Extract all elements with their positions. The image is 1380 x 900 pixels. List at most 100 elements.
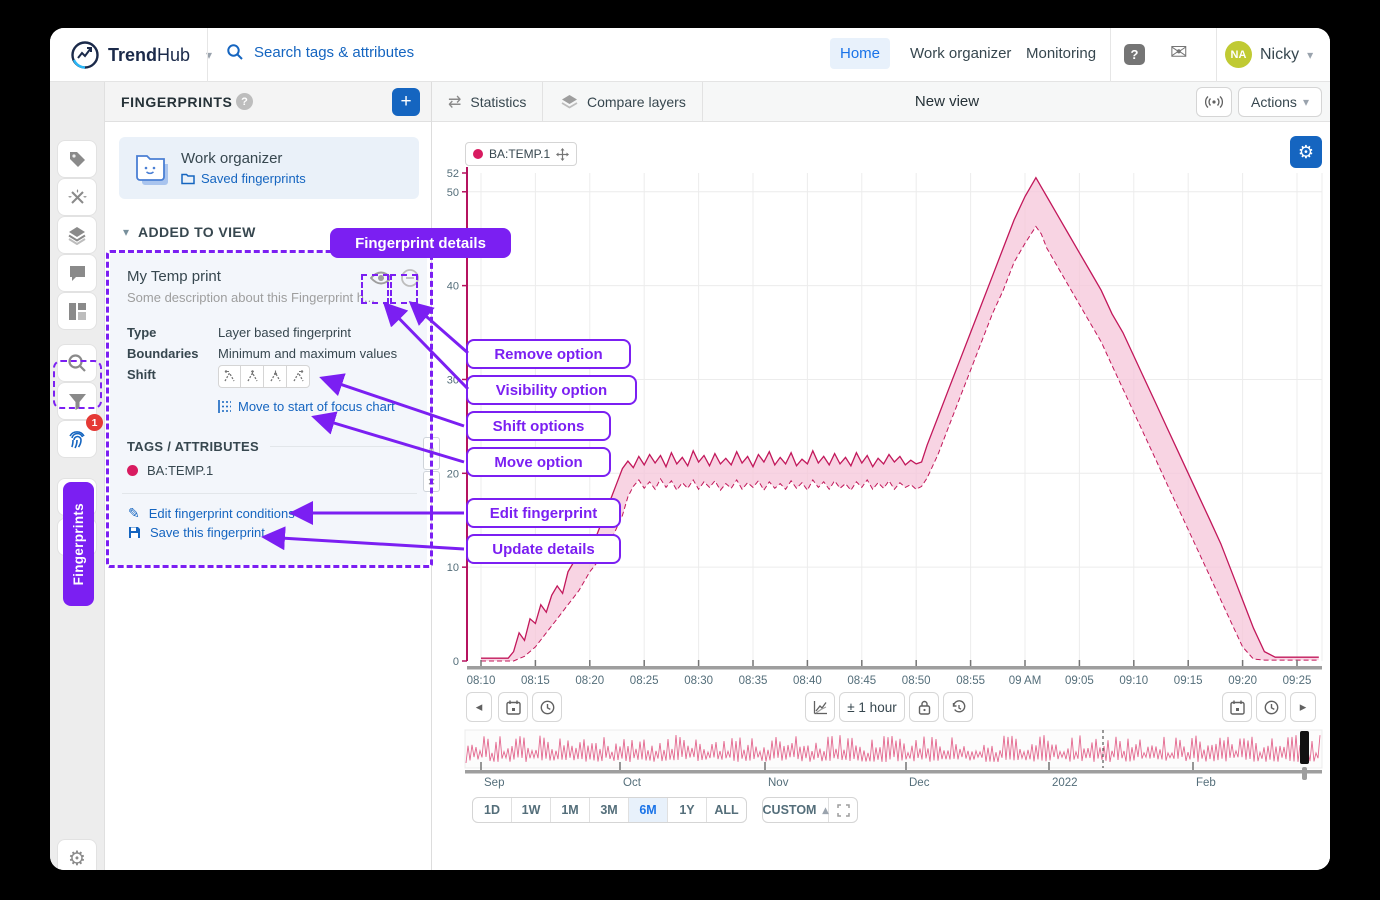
shift-label: Shift — [127, 367, 156, 382]
gear-icon: ⚙ — [1298, 142, 1314, 163]
search-input[interactable]: Search tags & attributes — [254, 44, 414, 61]
pan-left-button[interactable]: ◂ — [466, 692, 492, 722]
fingerprint-count-badge: 1 — [86, 414, 103, 431]
svg-text:09:20: 09:20 — [1228, 675, 1257, 687]
panel-help-icon[interactable]: ? — [236, 93, 253, 110]
nav-tab-work-organizer[interactable]: Work organizer — [900, 38, 1021, 69]
svg-text:52: 52 — [447, 168, 459, 180]
series-legend-chip[interactable]: BA:TEMP.1 — [465, 142, 577, 166]
user-menu[interactable]: NA Nicky ▾ — [1225, 41, 1313, 68]
shift-right-button[interactable] — [287, 365, 310, 388]
history-button[interactable] — [943, 692, 973, 722]
calendar-start-button[interactable] — [498, 692, 528, 722]
move-to-start-link[interactable]: Move to start of focus chart — [218, 399, 395, 414]
help-icon[interactable]: ? — [1124, 44, 1145, 65]
fingerprints-panel-tab[interactable]: Fingerprints — [63, 482, 94, 606]
search-icon — [67, 353, 87, 373]
shift-left-button[interactable] — [218, 365, 241, 388]
pan-right-button[interactable]: ▸ — [1290, 692, 1316, 722]
panel-resize-handle[interactable]: ⦀ — [423, 437, 440, 470]
svg-text:08:35: 08:35 — [739, 675, 768, 687]
caret-right-icon: ▸ — [1300, 699, 1307, 715]
tab-statistics[interactable]: ⇄ Statistics — [432, 82, 543, 122]
plus-icon: + — [400, 91, 411, 113]
fingerprints-rail-button[interactable]: 1 — [57, 420, 97, 458]
workspace-title: Work organizer — [181, 150, 282, 167]
svg-text:08:20: 08:20 — [575, 675, 604, 687]
trend-scale-button[interactable] — [805, 692, 835, 722]
brand-logo[interactable]: TrendHub ▾ — [70, 40, 212, 70]
main-chart-svg[interactable]: 010203040505208:1008:1508:2008:2508:3008… — [432, 122, 1330, 870]
broadcast-button[interactable] — [1196, 87, 1232, 117]
zoom-1d-button[interactable]: 1D — [473, 798, 512, 822]
caret-up-icon: ▴ — [822, 803, 828, 817]
global-search[interactable]: Search tags & attributes — [226, 43, 414, 61]
fingerprints-panel: FINGERPRINTS ? + Work organizer Saved fi… — [105, 82, 432, 870]
mail-icon[interactable]: ✉ — [1170, 40, 1188, 65]
fingerprint-icon — [66, 428, 88, 450]
folder-smiley-icon — [131, 148, 173, 188]
divider — [270, 446, 420, 447]
clock-start-button[interactable] — [532, 692, 562, 722]
annotation-move: Move option — [466, 447, 611, 477]
layers-rail-button[interactable] — [57, 216, 97, 254]
tab-compare-layers[interactable]: Compare layers — [545, 82, 703, 122]
trendhub-logo-icon — [70, 40, 100, 70]
chart-settings-button[interactable]: ⚙ — [1290, 136, 1322, 168]
search-rail-button[interactable] — [57, 344, 97, 382]
nav-tab-home[interactable]: Home — [830, 38, 890, 69]
fingerprint-card: My Temp print Some description about thi… — [110, 253, 427, 565]
dashboard-rail-button[interactable] — [57, 292, 97, 330]
history-clock-icon — [951, 700, 966, 715]
zoom-all-button[interactable]: ALL — [707, 798, 746, 822]
zoom-1y-button[interactable]: 1Y — [668, 798, 707, 822]
search-icon — [226, 43, 244, 61]
divider — [1110, 28, 1111, 82]
svg-text:Dec: Dec — [909, 777, 930, 789]
settings-rail-button[interactable]: ⚙ — [57, 839, 97, 870]
save-fingerprint-link[interactable]: Save this fingerprint — [128, 525, 265, 540]
collapse-triangle-icon[interactable]: ▾ — [123, 225, 129, 239]
panel-close-button[interactable]: × — [423, 471, 440, 492]
tags-rail-button[interactable] — [57, 140, 97, 178]
shift-down-button[interactable] — [264, 365, 287, 388]
svg-text:Nov: Nov — [768, 777, 789, 789]
visibility-eye-icon[interactable] — [370, 270, 392, 286]
svg-text:09:10: 09:10 — [1119, 675, 1148, 687]
add-fingerprint-button[interactable]: + — [392, 88, 420, 116]
time-range-button[interactable]: ± 1 hour — [839, 692, 905, 722]
fingerprints-tab-label: Fingerprints — [71, 503, 86, 585]
svg-text:Sep: Sep — [484, 777, 504, 789]
svg-text:08:10: 08:10 — [467, 675, 496, 687]
move-to-start-label: Move to start of focus chart — [238, 399, 395, 414]
svg-text:08:25: 08:25 — [630, 675, 659, 687]
remove-minus-circle-icon[interactable] — [400, 268, 420, 288]
zoom-3m-button[interactable]: 3M — [590, 798, 629, 822]
cleanse-rail-button[interactable] — [57, 178, 97, 216]
svg-text:08:40: 08:40 — [793, 675, 822, 687]
edit-fingerprint-link[interactable]: ✎ Edit fingerprint conditions — [128, 505, 295, 522]
tags-attributes-header: TAGS / ATTRIBUTES — [127, 439, 259, 454]
svg-text:08:45: 08:45 — [847, 675, 876, 687]
expand-range-button[interactable] — [829, 798, 857, 822]
nav-tab-monitoring[interactable]: Monitoring — [1016, 38, 1106, 69]
zoom-6m-button[interactable]: 6M — [629, 798, 668, 822]
svg-text:09:15: 09:15 — [1174, 675, 1203, 687]
shift-up-button[interactable] — [241, 365, 264, 388]
calendar-end-button[interactable] — [1222, 692, 1252, 722]
lock-button[interactable] — [909, 692, 939, 722]
boundaries-value: Minimum and maximum values — [218, 346, 397, 361]
comments-rail-button[interactable] — [57, 254, 97, 292]
tag-name: BA:TEMP.1 — [147, 463, 213, 478]
svg-text:08:50: 08:50 — [902, 675, 931, 687]
series-color-dot — [473, 149, 483, 159]
clock-end-button[interactable] — [1256, 692, 1286, 722]
actions-chevron-down-icon: ▾ — [1303, 95, 1309, 109]
series-color-dot — [127, 465, 138, 476]
zoom-1m-button[interactable]: 1M — [551, 798, 590, 822]
custom-range-button[interactable]: CUSTOM ▴ — [763, 798, 829, 822]
zoom-1w-button[interactable]: 1W — [512, 798, 551, 822]
actions-button[interactable]: Actions ▾ — [1238, 87, 1322, 117]
saved-fingerprints-link[interactable]: Saved fingerprints — [201, 171, 306, 186]
work-organizer-card[interactable]: Work organizer Saved fingerprints — [119, 137, 419, 199]
